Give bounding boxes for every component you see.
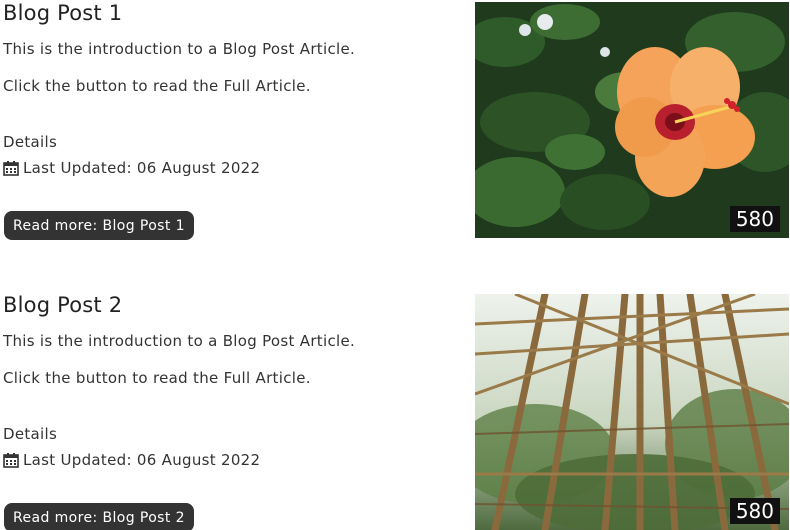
image-size-badge: 580 — [729, 498, 780, 524]
details-label: Details — [3, 425, 58, 443]
read-more-button[interactable]: Read more: Blog Post 2 — [4, 503, 194, 530]
blog-post-2: Blog Post 2 This is the introduction to … — [0, 292, 790, 530]
bamboo-greenhouse-photo — [475, 294, 789, 530]
hibiscus-flower-photo — [475, 2, 789, 238]
last-updated: Last Updated: 06 August 2022 — [3, 159, 260, 177]
last-updated-text: Last Updated: 06 August 2022 — [23, 451, 261, 469]
post-intro: This is the introduction to a Blog Post … — [3, 332, 356, 350]
last-updated-text: Last Updated: 06 August 2022 — [23, 159, 261, 177]
post-title[interactable]: Blog Post 2 — [3, 293, 122, 317]
post-title[interactable]: Blog Post 1 — [3, 1, 122, 25]
post-cta-text: Click the button to read the Full Articl… — [3, 369, 311, 387]
details-label: Details — [3, 133, 58, 151]
last-updated: Last Updated: 06 August 2022 — [3, 451, 260, 469]
post-thumbnail[interactable]: 580 — [475, 2, 789, 238]
post-thumbnail[interactable]: 580 — [475, 294, 789, 530]
read-more-button[interactable]: Read more: Blog Post 1 — [4, 211, 194, 240]
calendar-icon — [3, 160, 19, 176]
image-size-badge: 580 — [729, 206, 780, 232]
post-cta-text: Click the button to read the Full Articl… — [3, 77, 311, 95]
calendar-icon — [3, 452, 19, 468]
post-intro: This is the introduction to a Blog Post … — [3, 40, 356, 58]
blog-post-1: Blog Post 1 This is the introduction to … — [0, 0, 790, 250]
